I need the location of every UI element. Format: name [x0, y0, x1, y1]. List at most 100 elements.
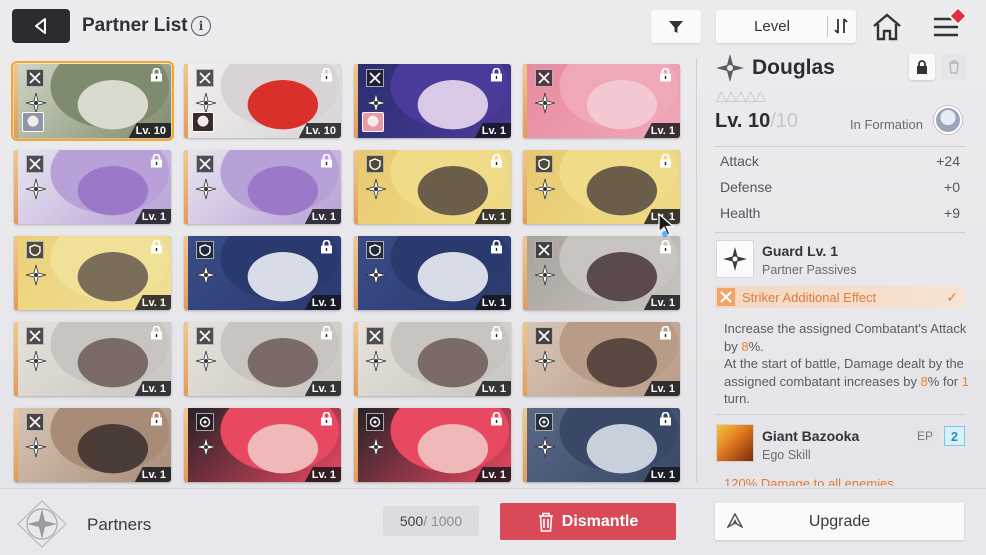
- partner-detail-panel: Douglas △△△△△ Lv. 10/10 In Formation Att…: [706, 46, 974, 486]
- home-icon[interactable]: [870, 10, 904, 44]
- page-title: Partner List: [82, 15, 188, 36]
- role-guard-icon: [366, 241, 384, 259]
- partner-card[interactable]: Lv. 1: [523, 236, 680, 310]
- desc-highlight: 8: [920, 373, 928, 389]
- lock-button[interactable]: [909, 54, 935, 80]
- role-striker-icon: [26, 413, 44, 431]
- partner-card[interactable]: Lv. 1: [523, 64, 680, 138]
- stat-defense: Defense +0: [720, 179, 960, 195]
- partner-card[interactable]: Lv. 1: [14, 408, 171, 482]
- lock-icon: [491, 240, 502, 254]
- partner-card[interactable]: Lv. 1: [354, 64, 511, 138]
- lock-icon: [660, 240, 671, 254]
- shuriken-icon: [365, 350, 387, 372]
- upgrade-button[interactable]: Upgrade: [715, 503, 964, 540]
- partner-card[interactable]: Lv. 1: [14, 322, 171, 396]
- ego-subtitle: Ego Skill: [762, 448, 811, 462]
- desc-text: % for: [927, 373, 962, 389]
- shuriken-icon: [534, 436, 556, 458]
- upgrade-arrow-icon: [727, 513, 743, 529]
- shuriken-icon: [534, 350, 556, 372]
- partner-card[interactable]: Lv. 1: [184, 408, 341, 482]
- partner-card[interactable]: Lv. 10: [11, 61, 174, 141]
- shuriken-icon: [25, 436, 47, 458]
- partner-card[interactable]: Lv. 1: [184, 322, 341, 396]
- ego-title: Giant Bazooka: [762, 428, 860, 444]
- lock-icon: [660, 412, 671, 426]
- filter-button[interactable]: [651, 10, 701, 43]
- back-button[interactable]: [12, 9, 70, 43]
- passive-subtitle: Partner Passives: [762, 263, 857, 277]
- formation-avatar[interactable]: [934, 106, 962, 134]
- lock-icon: [151, 240, 162, 254]
- lock-icon: [151, 68, 162, 82]
- partner-card[interactable]: Lv. 10: [184, 64, 341, 138]
- role-guard-icon: [26, 241, 44, 259]
- lock-icon: [660, 68, 671, 82]
- partner-card[interactable]: Lv. 1: [354, 322, 511, 396]
- partner-grid: Lv. 10 Lv. 10 Lv. 1 Lv. 1 Lv. 1 Lv. 1 Lv. 1 Lv.…: [0, 52, 692, 488]
- lock-icon: [321, 326, 332, 340]
- role-striker-icon: [196, 327, 214, 345]
- stat-value: +9: [944, 205, 960, 221]
- role-striker-icon: [26, 69, 44, 87]
- rarity-stars: △△△△△: [716, 87, 766, 103]
- partner-card[interactable]: Lv. 1: [354, 236, 511, 310]
- role-striker-icon: [535, 69, 553, 87]
- lock-icon: [321, 412, 332, 426]
- partner-card[interactable]: Lv. 1: [14, 236, 171, 310]
- trash-icon: [949, 60, 959, 74]
- sort-dropdown[interactable]: Level: [716, 10, 856, 43]
- passive-skill-icon[interactable]: [716, 240, 754, 278]
- partner-card[interactable]: Lv. 1: [523, 408, 680, 482]
- shuriken-icon: [25, 350, 47, 372]
- partner-card[interactable]: Lv. 1: [523, 150, 680, 224]
- lock-icon: [491, 68, 502, 82]
- delete-button[interactable]: [941, 54, 967, 80]
- count-max: / 1000: [423, 513, 463, 529]
- shuriken-icon: [195, 178, 217, 200]
- shuriken-icon: [25, 264, 47, 286]
- ep-value: 2: [944, 426, 965, 446]
- partner-card[interactable]: Lv. 1: [14, 150, 171, 224]
- ep-label: EP: [910, 426, 940, 446]
- divider: [714, 232, 966, 233]
- shuriken-icon: [195, 350, 217, 372]
- partners-emblem-icon: [17, 500, 67, 548]
- stat-health: Health +9: [720, 205, 960, 221]
- trash-icon: [538, 512, 553, 532]
- dismantle-button[interactable]: Dismantle: [500, 503, 676, 540]
- passive-title: Guard Lv. 1: [762, 243, 838, 259]
- info-icon[interactable]: i: [191, 16, 211, 36]
- lock-icon: [660, 326, 671, 340]
- assigned-combatant-avatar: [362, 112, 384, 132]
- lock-icon: [660, 154, 671, 168]
- ego-skill-icon[interactable]: [716, 424, 754, 462]
- partner-card[interactable]: Lv. 1: [184, 150, 341, 224]
- partner-card[interactable]: Lv. 1: [354, 150, 511, 224]
- sort-label: Level: [754, 18, 790, 35]
- shuriken-icon: [534, 92, 556, 114]
- lock-icon: [321, 68, 332, 82]
- bottom-bar: Partners 500 / 1000 Dismantle Upgrade: [0, 488, 986, 555]
- partner-card[interactable]: Lv. 1: [523, 322, 680, 396]
- shuriken-icon: [195, 436, 217, 458]
- shuriken-icon: [195, 264, 217, 286]
- lock-icon: [151, 326, 162, 340]
- sort-icon[interactable]: [833, 17, 849, 35]
- role-special-icon: [366, 413, 384, 431]
- filter-icon: [669, 20, 683, 33]
- lock-icon: [491, 154, 502, 168]
- level-max: /10: [770, 110, 799, 132]
- partner-name: Douglas: [752, 56, 835, 79]
- top-bar: Partner List i Level: [0, 0, 986, 52]
- stat-value: +0: [944, 179, 960, 195]
- assigned-combatant-avatar: [192, 112, 214, 132]
- assigned-combatant-avatar: [22, 112, 44, 132]
- lock-icon: [321, 240, 332, 254]
- striker-icon: [717, 288, 735, 306]
- shuriken-icon: [25, 178, 47, 200]
- stat-label: Health: [720, 205, 761, 221]
- partner-card[interactable]: Lv. 1: [354, 408, 511, 482]
- partner-card[interactable]: Lv. 1: [184, 236, 341, 310]
